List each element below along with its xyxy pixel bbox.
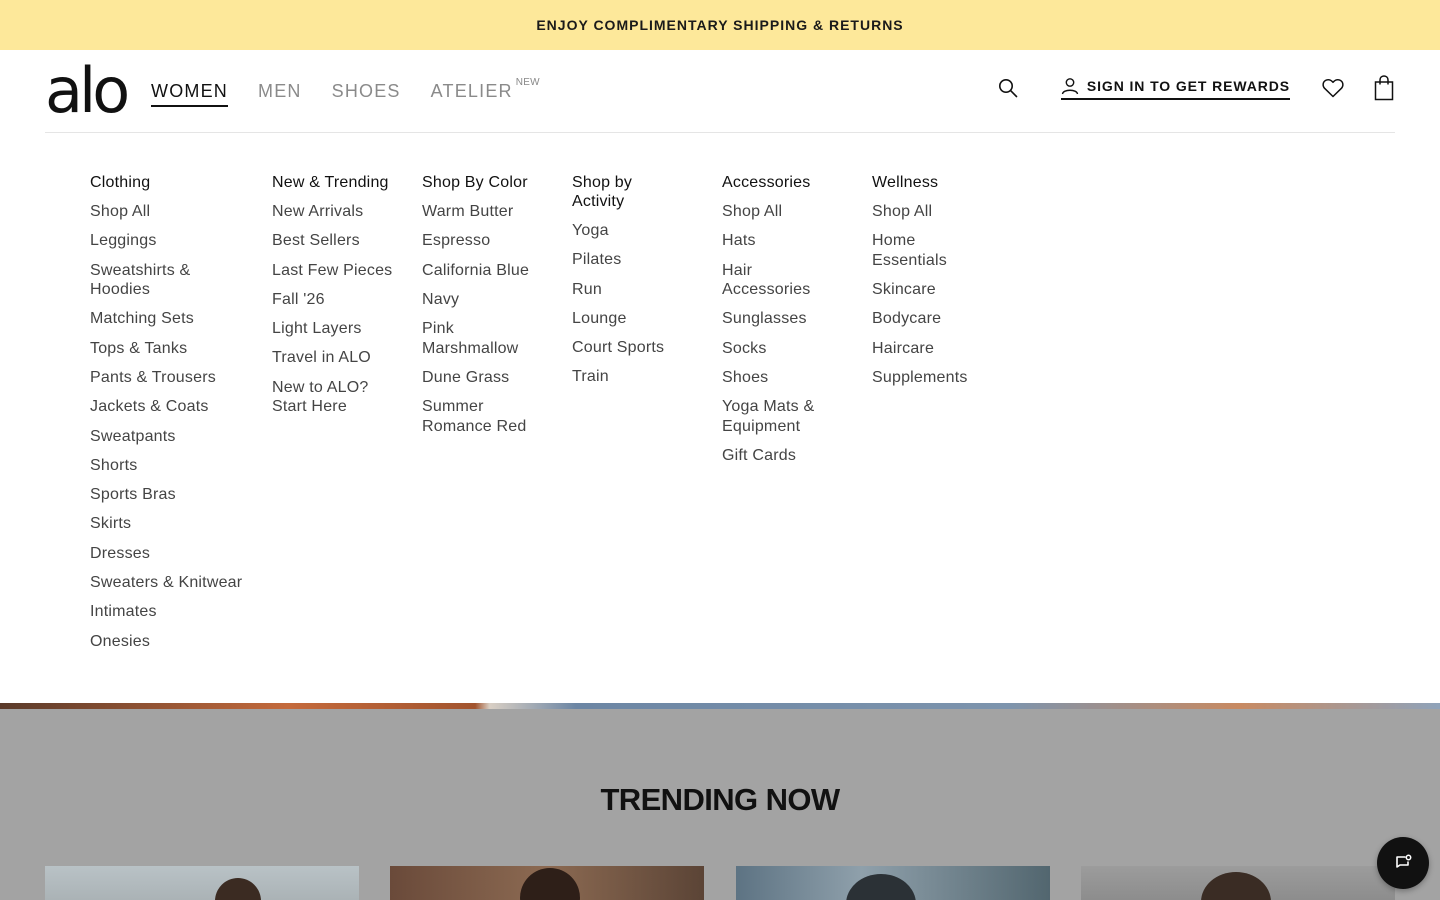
menu-item[interactable]: Gift Cards (722, 446, 842, 466)
header-actions: SIGN IN TO GET REWARDS (997, 75, 1395, 101)
shopping-bag-icon (1374, 75, 1394, 101)
new-badge: NEW (515, 77, 540, 88)
sign-in-link[interactable]: SIGN IN TO GET REWARDS (1060, 77, 1290, 100)
menu-column-shop-by-color: Shop By Color Warm Butter Espresso Calif… (422, 173, 552, 446)
nav-shoes-label: SHOES (331, 81, 401, 101)
menu-item[interactable]: Espresso (422, 231, 552, 251)
menu-item[interactable]: Shorts (90, 456, 255, 476)
menu-item[interactable]: California Blue (422, 261, 552, 281)
menu-item[interactable]: Tops & Tanks (90, 339, 255, 359)
alo-logo[interactable]: alo (45, 60, 130, 122)
search-button[interactable] (997, 75, 1019, 101)
menu-column-new-trending: New & Trending New Arrivals Best Sellers… (272, 173, 402, 427)
product-image (215, 878, 261, 900)
menu-item[interactable]: Sweatshirts & Hoodies (90, 261, 200, 300)
menu-item[interactable]: Dresses (90, 544, 255, 564)
menu-item[interactable]: Train (572, 367, 667, 387)
menu-item[interactable]: Supplements (872, 368, 992, 388)
menu-item[interactable]: New to ALO? Start Here (272, 378, 377, 417)
product-card[interactable] (45, 866, 359, 900)
search-icon (998, 79, 1018, 98)
product-image (1201, 872, 1271, 900)
menu-column-accessories: Accessories Shop All Hats Hair Accessori… (722, 173, 842, 475)
menu-item[interactable]: Haircare (872, 339, 992, 359)
nav-shoes[interactable]: SHOES (332, 80, 401, 102)
product-image (846, 874, 916, 900)
nav-women-label: WOMEN (151, 81, 228, 101)
menu-item[interactable]: Socks (722, 339, 842, 359)
menu-item[interactable]: Run (572, 280, 667, 300)
trending-title: TRENDING NOW (600, 782, 840, 817)
menu-column-clothing: Clothing Shop All Leggings Sweatshirts &… (90, 173, 255, 661)
nav-atelier[interactable]: ATELIER NEW (430, 77, 540, 102)
nav-men[interactable]: MEN (258, 80, 302, 102)
menu-item[interactable]: Skirts (90, 514, 255, 534)
menu-item[interactable]: Hats (722, 231, 842, 251)
menu-item[interactable]: Light Layers (272, 319, 402, 339)
menu-column-title[interactable]: Clothing (90, 173, 255, 192)
menu-item[interactable]: Shoes (722, 368, 842, 388)
menu-item[interactable]: Intimates (90, 602, 255, 622)
chat-button[interactable] (1377, 837, 1429, 889)
menu-item[interactable]: Shop All (872, 202, 992, 222)
menu-item[interactable]: Dune Grass (422, 368, 552, 388)
promo-text: ENJOY COMPLIMENTARY SHIPPING & RETURNS (536, 17, 904, 33)
nav-atelier-label: ATELIER (430, 81, 513, 101)
menu-item[interactable]: Pilates (572, 250, 667, 270)
menu-item[interactable]: Leggings (90, 231, 255, 251)
menu-item[interactable]: Bodycare (872, 309, 992, 329)
product-card[interactable] (390, 866, 704, 900)
wishlist-button[interactable] (1322, 75, 1344, 101)
menu-item[interactable]: Warm Butter (422, 202, 552, 222)
menu-item[interactable]: Pants & Trousers (90, 368, 255, 388)
menu-item[interactable]: Sweaters & Knitwear (90, 573, 255, 593)
menu-column-wellness: Wellness Shop All Home Essentials Skinca… (872, 173, 992, 397)
menu-item[interactable]: Onesies (90, 632, 255, 652)
menu-column-shop-by-activity: Shop by Activity Yoga Pilates Run Lounge… (572, 173, 667, 397)
menu-item[interactable]: New Arrivals (272, 202, 402, 222)
chat-icon (1396, 854, 1412, 868)
trending-section: TRENDING NOW (0, 709, 1440, 900)
menu-item[interactable]: Shop All (90, 202, 255, 222)
product-card[interactable] (736, 866, 1050, 900)
main-nav: WOMEN MEN SHOES ATELIER NEW (151, 77, 540, 107)
menu-item[interactable]: Jackets & Coats (90, 397, 255, 417)
heart-icon (1322, 78, 1344, 98)
menu-item[interactable]: Sports Bras (90, 485, 255, 505)
menu-item[interactable]: Summer Romance Red (422, 397, 527, 436)
menu-item[interactable]: Court Sports (572, 338, 677, 358)
menu-item[interactable]: Sunglasses (722, 309, 842, 329)
menu-item[interactable]: Best Sellers (272, 231, 402, 251)
menu-item[interactable]: Yoga (572, 221, 667, 241)
menu-item[interactable]: Fall '26 (272, 290, 402, 310)
menu-item[interactable]: Yoga Mats & Equipment (722, 397, 827, 436)
menu-item[interactable]: Skincare (872, 280, 992, 300)
menu-item[interactable]: Sweatpants (90, 427, 255, 447)
menu-column-title[interactable]: Accessories (722, 173, 842, 192)
menu-column-title[interactable]: Shop By Color (422, 173, 552, 192)
site-header: alo WOMEN MEN SHOES ATELIER NEW SIGN IN … (0, 50, 1440, 133)
menu-item[interactable]: Travel in ALO (272, 348, 402, 368)
menu-column-title[interactable]: Wellness (872, 173, 992, 192)
mega-menu: Clothing Shop All Leggings Sweatshirts &… (0, 133, 1440, 703)
menu-item[interactable]: Shop All (722, 202, 842, 222)
menu-item[interactable]: Navy (422, 290, 552, 310)
product-image (520, 868, 580, 900)
menu-item[interactable]: Hair Accessories (722, 261, 822, 300)
menu-item[interactable]: Pink Marshmallow (422, 319, 522, 358)
menu-item[interactable]: Matching Sets (90, 309, 255, 329)
bag-button[interactable] (1373, 75, 1395, 101)
menu-item[interactable]: Last Few Pieces (272, 261, 402, 281)
nav-women[interactable]: WOMEN (151, 80, 228, 107)
user-icon (1061, 77, 1079, 94)
menu-item[interactable]: Lounge (572, 309, 667, 329)
sign-in-label: SIGN IN TO GET REWARDS (1086, 77, 1290, 94)
nav-men-label: MEN (258, 81, 302, 101)
promo-banner: ENJOY COMPLIMENTARY SHIPPING & RETURNS (0, 0, 1440, 50)
menu-item[interactable]: Home Essentials (872, 231, 952, 270)
product-card[interactable] (1081, 866, 1395, 900)
menu-column-title[interactable]: Shop by Activity (572, 173, 647, 211)
menu-column-title[interactable]: New & Trending (272, 173, 402, 192)
